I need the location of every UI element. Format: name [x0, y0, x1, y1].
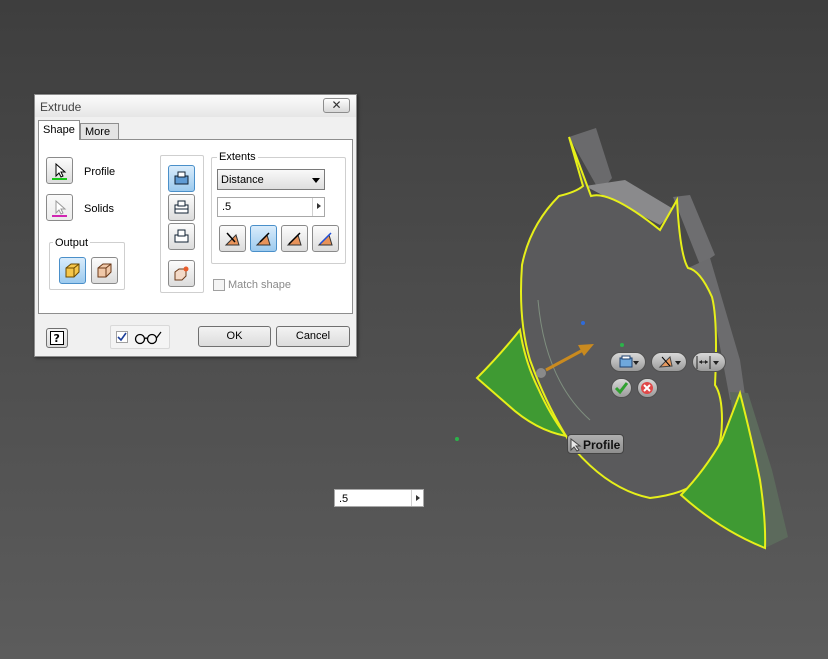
solids-select-button[interactable]: [46, 194, 73, 221]
select-arrow-icon: [55, 162, 67, 178]
mini-distance-dropdown[interactable]: [692, 352, 726, 372]
distance-input[interactable]: .5: [217, 197, 325, 217]
direction-symmetric-icon: [286, 232, 302, 246]
manipulator-base[interactable]: [536, 368, 546, 378]
join-icon: [174, 171, 189, 185]
distance-icon: [696, 356, 719, 369]
mini-output-dropdown[interactable]: [610, 352, 646, 372]
operation-cut-button[interactable]: [168, 194, 195, 221]
profile-select-button[interactable]: [46, 157, 73, 184]
match-shape-label: Match shape: [228, 279, 291, 291]
mini-cancel-button[interactable]: [637, 378, 658, 398]
glasses-icon: [134, 331, 162, 345]
direction-flipped-icon: [255, 232, 271, 246]
tab-more[interactable]: More: [80, 123, 119, 140]
distance-value: .5: [222, 201, 232, 213]
direction-asymmetric-icon: [317, 232, 333, 246]
help-icon: ?: [50, 331, 64, 345]
direction-symmetric-button[interactable]: [281, 225, 308, 252]
cancel-button[interactable]: Cancel: [276, 326, 350, 347]
cursor-arrow-icon: [570, 438, 582, 452]
close-icon: [641, 382, 653, 394]
extents-type-value: Distance: [221, 174, 264, 186]
spin-arrow-icon[interactable]: [312, 198, 324, 216]
help-button[interactable]: ?: [46, 328, 68, 348]
tab-shape[interactable]: Shape: [38, 120, 80, 140]
intersect-icon: [174, 229, 189, 243]
solids-label: Solids: [84, 203, 114, 215]
dialog-title: Extrude: [40, 100, 82, 114]
axis-dot-green: [455, 437, 459, 441]
extents-type-select[interactable]: Distance: [217, 169, 325, 190]
new-solid-icon: [174, 266, 189, 281]
direction-flipped-button[interactable]: [250, 225, 277, 252]
new-solid-button[interactable]: [168, 260, 195, 287]
chevron-down-icon: [312, 178, 320, 183]
solids-color-indicator: [52, 215, 67, 217]
direction-default-icon: [224, 232, 240, 246]
direction-asymmetric-button[interactable]: [312, 225, 339, 252]
ok-button[interactable]: OK: [198, 326, 271, 347]
profile-tooltip: Profile: [567, 434, 624, 454]
axis-dot-green: [620, 343, 624, 347]
preview-group: [110, 325, 170, 349]
direction-icon: [658, 356, 681, 368]
extrude-dialog: Extrude ✕ Shape More Profile Solids Outp…: [34, 94, 357, 357]
mini-operation-dropdown[interactable]: [651, 352, 687, 372]
mini-ok-button[interactable]: [611, 378, 632, 398]
output-solid-button[interactable]: [59, 257, 86, 284]
match-shape-checkbox[interactable]: [213, 279, 225, 291]
output-group: Output: [49, 237, 125, 290]
shape-panel: Profile Solids Output Extents Distance .…: [38, 139, 353, 314]
direction-default-button[interactable]: [219, 225, 246, 252]
solid-cube-icon: [65, 263, 80, 278]
extents-label: Extents: [217, 151, 258, 163]
operation-intersect-button[interactable]: [168, 223, 195, 250]
svg-text:?: ?: [54, 332, 60, 345]
surface-cube-icon: [97, 263, 112, 278]
operation-join-button[interactable]: [168, 165, 195, 192]
viewport-distance-input[interactable]: .5: [334, 489, 424, 507]
output-surface-button[interactable]: [91, 257, 118, 284]
checkmark-icon: [614, 382, 629, 395]
output-label: Output: [53, 237, 91, 249]
checkmark-icon: [117, 332, 127, 342]
axis-dot-blue: [581, 321, 585, 325]
cut-icon: [174, 200, 189, 214]
select-arrow-icon: [55, 199, 67, 215]
extrude-output-icon: [619, 355, 639, 368]
operation-group: [160, 155, 204, 293]
profile-label: Profile: [84, 166, 116, 178]
preview-checkbox[interactable]: [116, 331, 128, 343]
dialog-titlebar[interactable]: Extrude ✕: [35, 95, 356, 117]
profile-color-indicator: [52, 178, 67, 180]
viewport-distance-value: .5: [339, 493, 349, 505]
spin-arrow-icon[interactable]: [411, 490, 423, 506]
close-button[interactable]: ✕: [323, 98, 350, 113]
